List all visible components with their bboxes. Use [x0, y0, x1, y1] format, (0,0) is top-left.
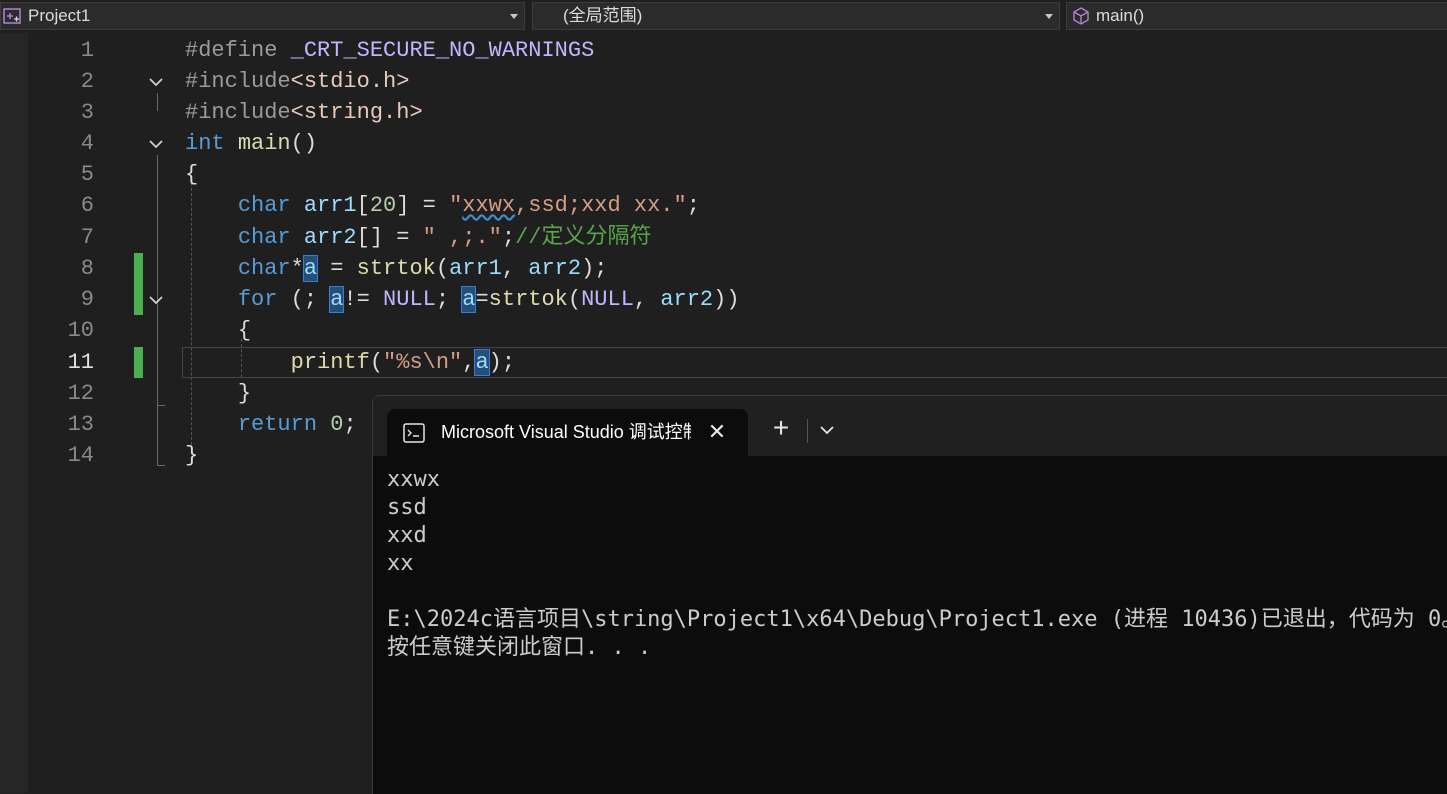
code-line-8: char*a = strtok(arr1, arr2); — [237, 255, 608, 282]
code-line-12: } — [237, 381, 252, 406]
console-tab-bar: Microsoft Visual Studio 调试控制台 ✕ + — [373, 396, 1447, 456]
chevron-down-icon — [1045, 14, 1053, 19]
scope-dropdown[interactable]: (全局范围) — [532, 2, 1060, 30]
code-line-9: for (; a!= NULL; a=strtok(NULL, arr2)) — [237, 286, 740, 313]
line-number: 2 — [80, 69, 94, 94]
fold-chevron-icon[interactable] — [148, 74, 164, 90]
code-line-13: return 0; — [237, 412, 357, 437]
fold-line — [157, 93, 158, 111]
fold-end — [157, 405, 165, 406]
close-icon[interactable]: ✕ — [705, 420, 729, 444]
project-icon — [3, 8, 21, 24]
change-marker — [134, 347, 143, 378]
line-number: 1 — [80, 38, 94, 63]
function-name: main() — [1096, 6, 1145, 25]
line-number-active: 11 — [67, 350, 94, 375]
debug-console-window[interactable]: Microsoft Visual Studio 调试控制台 ✕ + xxwx s… — [372, 395, 1447, 794]
chevron-down-icon — [510, 14, 518, 19]
chevron-down-icon[interactable] — [817, 420, 837, 440]
navigation-bar: Project1 (全局范围) main() — [0, 0, 1447, 33]
code-line-4: int main() — [185, 131, 318, 156]
console-tab[interactable]: Microsoft Visual Studio 调试控制台 ✕ — [387, 409, 748, 456]
change-marker — [134, 253, 143, 284]
fold-chevron-icon[interactable] — [148, 292, 164, 308]
code-line-6: char arr1[20] = "xxwx,ssd;xxd xx."; — [237, 193, 700, 218]
terminal-icon — [403, 423, 425, 443]
code-line-1: #define _CRT_SECURE_NO_WARNINGS — [185, 38, 595, 63]
project-dropdown[interactable]: Project1 — [0, 2, 525, 30]
code-line-7: char arr2[] = " ,;.";//定义分隔符 — [237, 225, 652, 250]
line-number: 12 — [67, 381, 94, 406]
line-number: 4 — [80, 131, 94, 156]
line-number: 7 — [80, 225, 94, 250]
line-number: 10 — [67, 318, 94, 343]
glyph-margin — [0, 33, 28, 793]
code-line-14: } — [185, 443, 199, 468]
console-output: xxwx ssd xxd xx E:\2024c语言项目\string\Proj… — [387, 467, 1447, 660]
code-line-5: { — [185, 162, 199, 187]
code-line-3: #include<string.h> — [185, 100, 423, 125]
fold-chevron-icon[interactable] — [148, 136, 164, 152]
fold-end — [157, 465, 165, 466]
line-number: 9 — [80, 287, 94, 312]
scope-label: (全局范围) — [563, 6, 643, 25]
code-line-10: { — [237, 318, 252, 343]
line-number: 5 — [80, 162, 94, 187]
line-number: 13 — [67, 412, 94, 437]
code-line-11: printf("%s\n",a); — [290, 349, 516, 376]
change-marker — [134, 284, 143, 315]
line-number: 3 — [80, 100, 94, 125]
function-dropdown[interactable]: main() — [1066, 2, 1447, 30]
tab-separator — [807, 419, 808, 443]
line-number: 14 — [67, 443, 94, 468]
fold-line — [157, 155, 158, 465]
code-line-2: #include<stdio.h> — [185, 69, 410, 94]
line-number: 6 — [80, 193, 94, 218]
project-name: Project1 — [28, 6, 91, 25]
line-number: 8 — [80, 256, 94, 281]
plus-icon[interactable]: + — [768, 414, 794, 442]
cube-icon — [1073, 7, 1089, 25]
console-tab-title: Microsoft Visual Studio 调试控制台 — [441, 422, 691, 442]
